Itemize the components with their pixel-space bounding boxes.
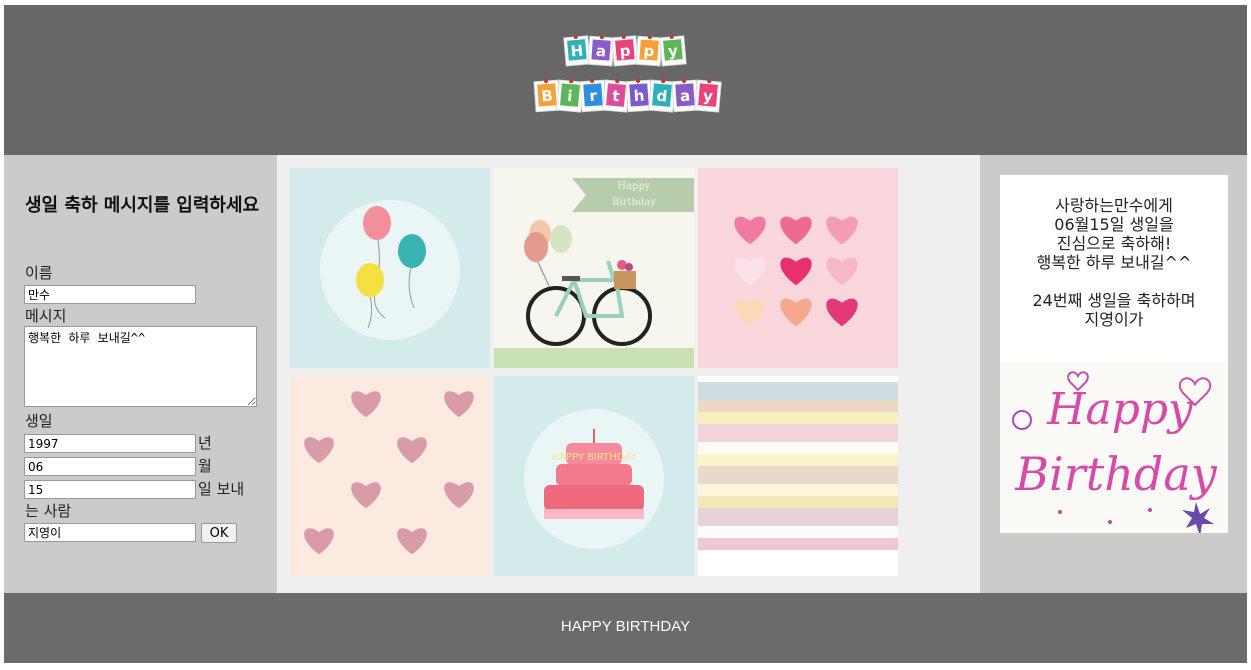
ok-button[interactable]: OK xyxy=(201,523,237,543)
logo-letter-card: h xyxy=(625,78,653,113)
svg-text:a: a xyxy=(595,42,606,61)
card-line-7: 지영이가 xyxy=(1084,310,1144,329)
card-line-6: 24번째 생일을 축하하며 xyxy=(1032,291,1196,310)
message-label: 메시지 xyxy=(25,307,67,325)
svg-text:d: d xyxy=(656,87,668,106)
name-label: 이름 xyxy=(25,264,53,282)
stripes-tile[interactable] xyxy=(698,376,898,576)
message-textarea[interactable]: 행복한 하루 보내길^^ xyxy=(24,326,257,407)
happy-birthday-image: Happy Birthday xyxy=(1000,362,1228,533)
card-image-birthday: Birthday xyxy=(1014,447,1217,501)
cake-text: HAPPY BIRTHDAY xyxy=(552,452,638,463)
day-input[interactable] xyxy=(24,480,196,499)
footer-text: HAPPY BIRTHDAY xyxy=(560,618,691,635)
gallery: Happy Birthday HAPPY BIRTHDAY xyxy=(277,155,980,593)
svg-text:y: y xyxy=(702,87,714,106)
day-suffix: 일 보내 xyxy=(198,480,245,498)
heart-icon xyxy=(734,257,766,286)
card-line-2: 06월15일 생일을 xyxy=(1054,215,1174,234)
card-line-5 xyxy=(1000,272,1228,291)
heart-icon xyxy=(780,257,812,286)
logo-letter-card: B xyxy=(533,78,561,113)
birthday-card: 사랑하는만수에게 06월15일 생일을 진심으로 축하해! 행복한 하루 보내길… xyxy=(1000,175,1228,533)
heart-icon xyxy=(304,528,334,555)
name-input[interactable] xyxy=(24,285,196,304)
banner-happy-text: Happy xyxy=(617,181,650,192)
bicycle-image: Happy Birthday xyxy=(494,178,694,368)
hearts-grid-tile[interactable] xyxy=(698,168,898,368)
hearts-pattern-image xyxy=(304,391,474,555)
card-message: 사랑하는만수에게 06월15일 생일을 진심으로 축하해! 행복한 하루 보내길… xyxy=(1000,196,1228,329)
stripes-image xyxy=(698,382,898,568)
happy-birthday-logo: Happy Birthday xyxy=(533,34,722,113)
logo-letter-card: t xyxy=(602,79,630,113)
card-line-1: 사랑하는만수에게 xyxy=(1055,196,1173,215)
svg-text:y: y xyxy=(667,42,679,61)
heart-icon xyxy=(351,391,381,418)
heart-icon xyxy=(444,482,474,509)
header: Happy Birthday xyxy=(4,5,1247,155)
logo-letter-card: H xyxy=(563,34,591,67)
svg-text:H: H xyxy=(570,41,584,60)
heart-icon xyxy=(780,298,812,327)
card-image-happy: Happy xyxy=(1046,384,1194,435)
logo-letter-card: y xyxy=(694,79,722,113)
svg-text:h: h xyxy=(633,87,645,106)
heart-icon xyxy=(444,391,474,418)
birthday-label: 생일 xyxy=(25,412,53,430)
heart-icon xyxy=(397,528,427,555)
heart-icon xyxy=(826,298,858,327)
hearts-pattern-tile[interactable] xyxy=(290,376,490,576)
logo-letter-card: a xyxy=(587,35,615,67)
footer: HAPPY BIRTHDAY xyxy=(4,593,1247,663)
heart-icon xyxy=(826,216,858,245)
logo-letter-card: a xyxy=(671,78,699,113)
month-suffix: 월 xyxy=(198,457,212,475)
card-line-3: 진심으로 축하해! xyxy=(1056,234,1172,253)
balloons-tile[interactable] xyxy=(290,168,490,368)
logo-letter-card: d xyxy=(648,79,676,113)
sender-label: 는 사람 xyxy=(25,502,72,520)
year-input[interactable] xyxy=(24,434,196,453)
svg-text:p: p xyxy=(619,41,632,60)
form-title: 생일 축하 메시지를 입력하세요 xyxy=(25,195,260,216)
year-suffix: 년 xyxy=(198,434,212,452)
heart-icon xyxy=(304,437,334,464)
month-input[interactable] xyxy=(24,457,196,476)
logo-letter-card: p xyxy=(635,35,663,67)
logo-letter-card: p xyxy=(611,34,639,67)
heart-icon xyxy=(351,482,381,509)
card-line-4: 행복한 하루 보내길^^ xyxy=(1036,253,1192,272)
heart-icon xyxy=(780,216,812,245)
banner-birthday-text: Birthday xyxy=(612,197,656,208)
bicycle-tile[interactable]: Happy Birthday xyxy=(494,168,694,368)
heart-icon xyxy=(397,437,427,464)
svg-text:p: p xyxy=(643,42,655,61)
sender-input[interactable] xyxy=(24,523,196,542)
cake-tile[interactable]: HAPPY BIRTHDAY xyxy=(494,376,694,576)
logo-letter-card: i xyxy=(556,79,584,113)
message-form-panel: 생일 축하 메시지를 입력하세요 이름 메시지 행복한 하루 보내길^^ 생일 … xyxy=(4,155,277,593)
heart-icon xyxy=(734,216,766,245)
card-panel: 사랑하는만수에게 06월15일 생일을 진심으로 축하해! 행복한 하루 보내길… xyxy=(980,155,1247,593)
logo-letter-card: r xyxy=(579,78,607,113)
logo-letter-card: y xyxy=(659,34,687,67)
cake-image: HAPPY BIRTHDAY xyxy=(524,409,664,549)
hearts-grid-image xyxy=(734,216,858,327)
heart-icon xyxy=(734,298,766,327)
svg-text:B: B xyxy=(541,87,554,106)
heart-icon xyxy=(826,257,858,286)
balloons-image xyxy=(320,200,460,340)
svg-text:a: a xyxy=(679,87,690,106)
